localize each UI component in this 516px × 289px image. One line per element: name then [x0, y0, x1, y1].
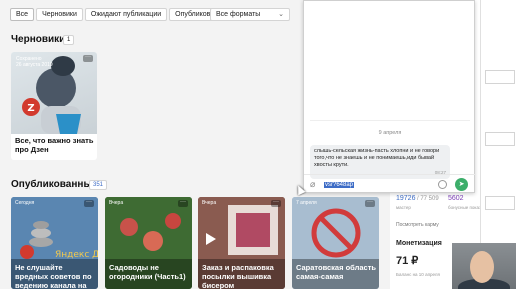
more-icon[interactable]: ··· [365, 199, 375, 207]
attach-icon[interactable]: ⌀ [310, 179, 315, 190]
views-count: 19726 [396, 195, 416, 202]
send-button[interactable]: ➤ [455, 178, 468, 191]
draft-date: 26 августа 2019 [16, 62, 53, 68]
published-card[interactable]: Яндекс Дзен Сегодня ··· Не слушайте вред… [11, 197, 98, 289]
chat-input[interactable]: vsr?648ap [324, 182, 355, 188]
chevron-down-icon: ⌄ [278, 11, 284, 18]
chat-window: 9 апреля слышь-сельская жизнь-пасть хлоп… [303, 0, 476, 194]
more-icon[interactable]: ··· [271, 199, 281, 207]
tab-drafts[interactable]: Черновики [36, 8, 83, 21]
draft-title[interactable]: Все, что важно знать про Дзен [15, 136, 101, 154]
published-card[interactable]: 7 апреля ··· Саратовская область самая-с… [292, 197, 379, 289]
card-title[interactable]: Не слушайте вредных советов по ведению к… [15, 263, 95, 289]
card-date: Вчера [202, 200, 217, 206]
webcam-overlay [452, 243, 516, 289]
chat-message-text: слышь-сельская жизнь-пасть хлопни и не г… [314, 148, 440, 168]
svg-text:Z: Z [27, 103, 34, 114]
more-icon[interactable]: ··· [178, 199, 188, 207]
monetization-value: 71 ₽ [396, 255, 419, 267]
drafts-heading: Черновики [11, 34, 66, 45]
draft-badge: Сохранено 26 августа 2019 [16, 56, 53, 68]
monetization-note: Баланс на 10 апреля [396, 272, 440, 277]
chat-input-bar: ⌀ vsr?648ap ➤ [304, 174, 476, 194]
card-date: Сегодня [15, 200, 35, 206]
karma-link[interactable]: Посмотреть карму [396, 222, 439, 228]
card-title[interactable]: Садоводы не огородники (Часть1) [109, 263, 189, 281]
format-select[interactable]: Все форматы ⌄ [210, 8, 290, 21]
card-image-text: Яндекс Дзен [55, 250, 98, 260]
published-heading: Опубликованные [11, 179, 98, 190]
views-label: мастер [396, 205, 411, 210]
person-head [470, 251, 494, 283]
bonus-count: 5602 [448, 195, 464, 202]
format-select-value: Все форматы [216, 11, 261, 18]
side-field[interactable] [485, 70, 515, 84]
card-date: 7 апреля [296, 200, 317, 206]
bonus-label: бонусные показы [448, 205, 485, 210]
emoji-icon[interactable] [438, 180, 447, 189]
published-count: 351 [89, 180, 108, 190]
more-icon[interactable]: ··· [83, 54, 93, 62]
card-title[interactable]: Саратовская область самая-самая [296, 263, 376, 281]
monetization-title: Монетизация [396, 240, 442, 247]
views-total: / 77 509 [417, 196, 439, 202]
card-date: Вчера [109, 200, 124, 206]
filter-tabs: Все Черновики Ожидают публикации Опублик… [10, 8, 237, 21]
tab-all[interactable]: Все [10, 8, 35, 21]
chat-date: 9 апреля [378, 130, 402, 136]
chat-history [310, 1, 470, 121]
side-field[interactable] [485, 196, 515, 210]
side-field[interactable] [485, 132, 515, 146]
card-title[interactable]: Заказ и распаковка посылки вышивка бисер… [202, 263, 282, 289]
tab-pending[interactable]: Ожидают публикации [84, 8, 168, 21]
more-icon[interactable]: ··· [84, 199, 94, 207]
published-card[interactable]: Вчера ··· Заказ и распаковка посылки выш… [198, 197, 285, 289]
published-card[interactable]: Вчера ··· Садоводы не огородники (Часть1… [105, 197, 192, 289]
drafts-count: 1 [63, 35, 75, 45]
